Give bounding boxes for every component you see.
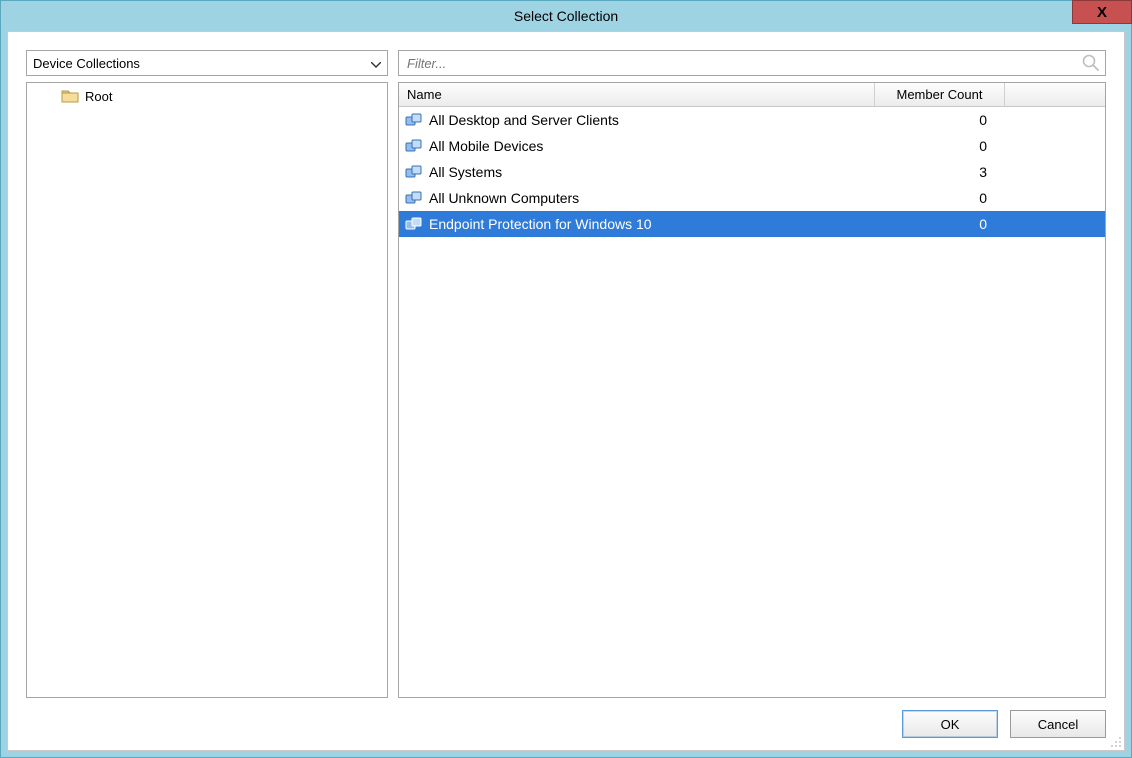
cancel-button[interactable]: Cancel bbox=[1010, 710, 1106, 738]
filter-box bbox=[398, 50, 1106, 76]
folder-icon bbox=[61, 88, 79, 104]
top-controls: Device Collections bbox=[26, 50, 1106, 76]
close-icon: X bbox=[1097, 4, 1107, 21]
row-name-label: All Systems bbox=[429, 164, 502, 180]
table-row[interactable]: All Unknown Computers 0 bbox=[399, 185, 1105, 211]
row-name-label: All Mobile Devices bbox=[429, 138, 543, 154]
client-area: Device Collections bbox=[7, 31, 1125, 751]
row-name-cell: All Unknown Computers bbox=[399, 190, 875, 206]
table-row[interactable]: All Systems 3 bbox=[399, 159, 1105, 185]
row-name-cell: All Mobile Devices bbox=[399, 138, 875, 154]
column-header-member-count[interactable]: Member Count bbox=[875, 83, 1005, 106]
search-icon[interactable] bbox=[1081, 53, 1101, 73]
collection-icon bbox=[405, 138, 423, 154]
collection-icon bbox=[405, 190, 423, 206]
dropdown-selected-label: Device Collections bbox=[33, 56, 140, 71]
resize-grip-icon[interactable] bbox=[1108, 734, 1122, 748]
collection-icon bbox=[405, 112, 423, 128]
row-name-cell: All Desktop and Server Clients bbox=[399, 112, 875, 128]
collection-scope-dropdown[interactable]: Device Collections bbox=[26, 50, 388, 76]
row-count-cell: 0 bbox=[875, 190, 1005, 206]
collection-list: Name Member Count All Desktop and Server… bbox=[398, 82, 1106, 698]
row-name-cell: All Systems bbox=[399, 164, 875, 180]
table-row[interactable]: All Mobile Devices 0 bbox=[399, 133, 1105, 159]
ok-button[interactable]: OK bbox=[902, 710, 998, 738]
tree-pane[interactable]: Root bbox=[26, 82, 388, 698]
window-title: Select Collection bbox=[514, 8, 618, 24]
close-button[interactable]: X bbox=[1072, 0, 1132, 24]
column-header-spacer bbox=[1005, 83, 1105, 106]
panes: Root Name Member Count All Desktop and S… bbox=[26, 82, 1106, 698]
row-name-cell: Endpoint Protection for Windows 10 bbox=[399, 216, 875, 232]
titlebar: Select Collection X bbox=[1, 1, 1131, 31]
table-row[interactable]: Endpoint Protection for Windows 10 0 bbox=[399, 211, 1105, 237]
row-count-cell: 0 bbox=[875, 138, 1005, 154]
column-header-row: Name Member Count bbox=[399, 83, 1105, 107]
collection-icon bbox=[405, 216, 423, 232]
row-count-cell: 0 bbox=[875, 216, 1005, 232]
chevron-down-icon bbox=[367, 56, 385, 71]
tree-item-label: Root bbox=[85, 89, 112, 104]
row-name-label: All Unknown Computers bbox=[429, 190, 579, 206]
select-collection-dialog: Select Collection X Device Collections bbox=[0, 0, 1132, 758]
dialog-buttons: OK Cancel bbox=[26, 710, 1106, 738]
tree-item-root[interactable]: Root bbox=[31, 85, 383, 107]
row-name-label: Endpoint Protection for Windows 10 bbox=[429, 216, 652, 232]
filter-input[interactable] bbox=[405, 55, 1081, 72]
table-row[interactable]: All Desktop and Server Clients 0 bbox=[399, 107, 1105, 133]
list-body[interactable]: All Desktop and Server Clients 0 All Mobi… bbox=[399, 107, 1105, 697]
collection-icon bbox=[405, 164, 423, 180]
row-count-cell: 0 bbox=[875, 112, 1005, 128]
column-header-name[interactable]: Name bbox=[399, 83, 875, 106]
row-count-cell: 3 bbox=[875, 164, 1005, 180]
row-name-label: All Desktop and Server Clients bbox=[429, 112, 619, 128]
